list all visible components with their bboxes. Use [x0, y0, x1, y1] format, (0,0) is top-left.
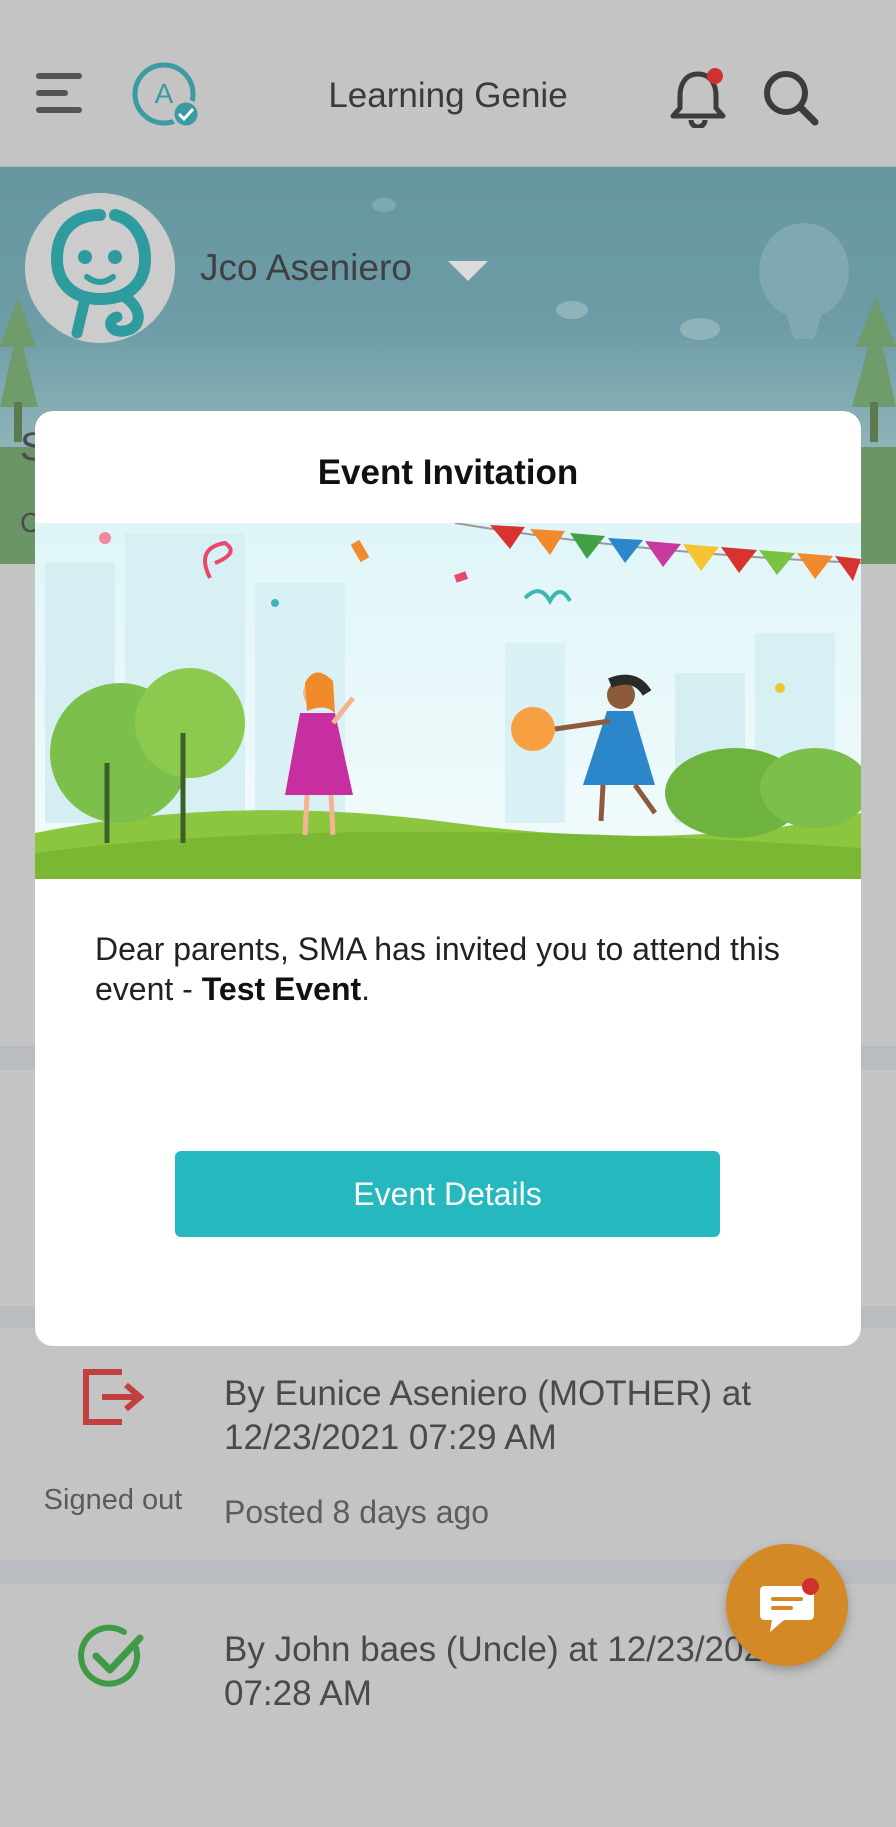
search-icon[interactable]	[760, 68, 822, 128]
feed-item-text: By Eunice Aseniero (MOTHER) at 12/23/202…	[224, 1374, 752, 1457]
top-app-bar: A Learning Genie	[0, 0, 896, 167]
chevron-down-icon[interactable]	[444, 257, 492, 285]
feed-item[interactable]: Signed out By Eunice Aseniero (MOTHER) a…	[0, 1328, 896, 1560]
posted-time: Posted 8 days ago	[224, 1494, 490, 1530]
child-avatar[interactable]	[25, 193, 175, 343]
notification-bell-icon[interactable]	[668, 66, 728, 130]
event-illustration	[35, 522, 861, 879]
chat-notification-dot	[802, 1578, 819, 1595]
chat-icon	[760, 1586, 814, 1632]
child-name[interactable]: Jco Aseniero	[200, 247, 412, 289]
chat-button[interactable]	[726, 1544, 848, 1666]
invitation-message-suffix: .	[361, 971, 371, 1007]
invitation-message: Dear parents, SMA has invited you to att…	[95, 929, 815, 1009]
event-name: Test Event	[201, 971, 362, 1007]
status-label: Signed out	[43, 1484, 183, 1516]
event-invitation-modal: Event Invitation Dear parents, SMA has i…	[35, 411, 861, 1346]
check-circle-icon	[78, 1622, 148, 1692]
event-details-button[interactable]: Event Details	[175, 1151, 720, 1237]
invitation-message-text: Dear parents, SMA has invited you to att…	[95, 931, 780, 1007]
sign-out-icon	[78, 1360, 148, 1430]
modal-title: Event Invitation	[317, 453, 579, 492]
